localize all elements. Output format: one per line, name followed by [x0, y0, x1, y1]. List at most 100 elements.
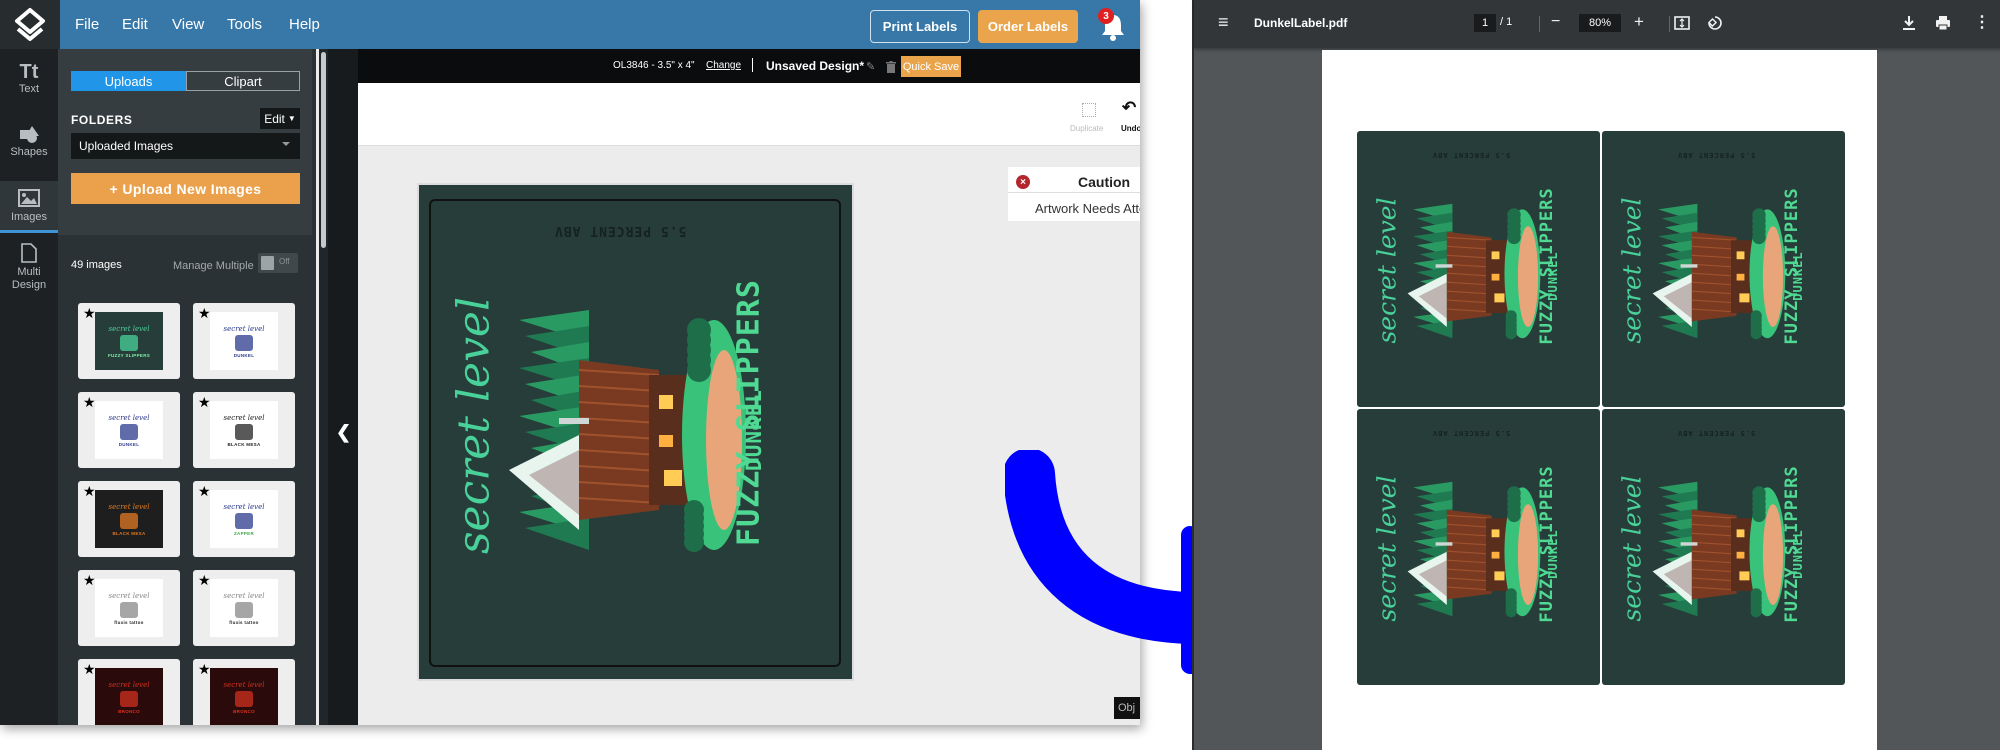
thumbnail-graphic [120, 601, 138, 618]
abv-text[interactable]: 5.5 PERCENT ABV [554, 223, 686, 238]
image-thumbnail[interactable]: ★ secret level fluxis tattoo [193, 570, 295, 646]
divider [752, 58, 753, 72]
fit-to-page-icon[interactable] [1674, 16, 1690, 30]
app-logo[interactable] [0, 0, 60, 49]
rail-item-shapes[interactable]: Shapes [0, 124, 58, 176]
thumbnail-graphic [120, 423, 138, 440]
change-size-link[interactable]: Change [706, 60, 741, 71]
undo-icon[interactable]: ↶ [1122, 98, 1136, 118]
thumbnail-artwork: secret level BRONCO [210, 668, 278, 725]
image-thumbnail[interactable]: ★ secret level BRONCO [78, 659, 180, 725]
favorite-star-icon[interactable]: ★ [83, 306, 96, 320]
image-thumbnail[interactable]: ★ secret level BLACK MESA [78, 481, 180, 557]
folders-heading: FOLDERS [71, 113, 133, 127]
favorite-star-icon[interactable]: ★ [198, 484, 211, 498]
caret-down-icon: ▼ [287, 114, 296, 123]
abv-text: 5.5 PERCENT ABV [1677, 151, 1756, 159]
edit-label: Edit [264, 111, 285, 126]
rail-item-images[interactable]: Images [0, 181, 58, 233]
panel-scrollbar[interactable] [319, 49, 328, 725]
thumbnail-artwork: secret level DUNKEL [210, 312, 278, 370]
image-count: 49 images [71, 259, 122, 271]
thumbnail-title-text: BLACK MESA [227, 441, 261, 447]
menu-view[interactable]: View [172, 0, 204, 49]
pdf-page: 5.5 PERCENT ABV secret level FUZZY SLIPPER… [1322, 50, 1877, 750]
design-info-bar [358, 49, 1140, 83]
image-thumbnail[interactable]: ★ secret level FUZZY SLIPPERS [78, 303, 180, 379]
menu-edit[interactable]: Edit [122, 0, 148, 49]
cabin-illustration[interactable] [499, 300, 749, 560]
favorite-star-icon[interactable]: ★ [83, 662, 96, 676]
top-menu-bar: File Edit View Tools Help Print Labels O… [0, 0, 1140, 49]
folder-edit-dropdown[interactable]: Edit ▼ [260, 108, 300, 129]
beer-style-text: DUNKEL [1546, 529, 1560, 579]
cabin-illustration [1652, 203, 1786, 340]
objects-panel-tab[interactable]: Obj [1114, 697, 1140, 719]
image-thumbnail[interactable]: ★ secret level BRONCO [193, 659, 295, 725]
hamburger-menu-icon[interactable]: ≡ [1218, 12, 1229, 33]
beer-style-text: DUNKEL [1546, 251, 1560, 301]
print-icon[interactable] [1935, 15, 1951, 31]
pdf-filename: DunkelLabel.pdf [1254, 16, 1348, 30]
thumbnail-brand-text: secret level [108, 324, 150, 333]
favorite-star-icon[interactable]: ★ [198, 573, 211, 587]
thumbnail-brand-text: secret level [108, 502, 150, 511]
tool-rail: Tt Text Shapes Images Multi Design [0, 49, 58, 725]
undo-label[interactable]: Undo [1121, 124, 1140, 133]
image-thumbnail[interactable]: ★ secret level ZAPPER [193, 481, 295, 557]
images-panel: Uploads Clipart FOLDERS Edit ▼ Uploaded … [58, 49, 316, 725]
print-labels-button[interactable]: Print Labels [870, 10, 970, 43]
thumbnail-graphic [120, 690, 138, 707]
favorite-star-icon[interactable]: ★ [83, 395, 96, 409]
rotate-icon[interactable] [1706, 14, 1724, 32]
favorite-star-icon[interactable]: ★ [198, 395, 211, 409]
image-thumbnail[interactable]: ★ secret level fluxis tattoo [78, 570, 180, 646]
order-labels-button[interactable]: Order Labels [978, 10, 1078, 43]
thumbnail-title-text: fluxis tattoo [114, 619, 144, 625]
design-name: Unsaved Design* [766, 59, 865, 73]
thumbnail-artwork: secret level BLACK MESA [95, 490, 163, 548]
caution-alert[interactable]: × Caution Artwork Needs Attention [1008, 167, 1140, 221]
rail-item-text[interactable]: Tt Text [0, 61, 58, 113]
zoom-out-icon[interactable]: − [1551, 13, 1560, 31]
page-number-input[interactable]: 1 [1474, 14, 1496, 32]
image-thumbnail[interactable]: ★ secret level BLACK MESA [193, 392, 295, 468]
pdf-label-copy: 5.5 PERCENT ABV secret level FUZZY SLIPPER… [1357, 409, 1600, 685]
more-options-icon[interactable]: ⋮ [1974, 12, 1990, 32]
thumbnail-artwork: secret level BRONCO [95, 668, 163, 725]
thumbnail-title-text: FUZZY SLIPPERS [107, 352, 151, 358]
thumbnail-brand-text: secret level [223, 591, 265, 600]
trash-icon[interactable] [886, 61, 896, 73]
zoom-level-input[interactable]: 80% [1579, 14, 1621, 32]
favorite-star-icon[interactable]: ★ [198, 662, 211, 676]
favorite-star-icon[interactable]: ★ [198, 306, 211, 320]
tab-clipart[interactable]: Clipart [186, 71, 300, 91]
menu-file[interactable]: File [75, 0, 99, 49]
upload-new-images-button[interactable]: + Upload New Images [71, 173, 300, 204]
tab-uploads[interactable]: Uploads [71, 71, 186, 91]
download-icon[interactable] [1902, 15, 1916, 31]
favorite-star-icon[interactable]: ★ [83, 573, 96, 587]
brand-script-text[interactable]: secret level [449, 296, 500, 556]
image-thumbnail[interactable]: ★ secret level DUNKEL [193, 303, 295, 379]
menu-tools[interactable]: Tools [227, 0, 262, 49]
notification-count-badge: 3 [1098, 8, 1114, 24]
label-design-canvas[interactable]: 5.5 PERCENT ABV secret level FUZZY SLIPP… [417, 183, 854, 681]
manage-multiple-toggle[interactable]: Off [258, 253, 298, 273]
thumbnail-title-text: BLACK MESA [112, 530, 146, 536]
duplicate-label[interactable]: Duplicate [1070, 124, 1103, 133]
image-thumbnail[interactable]: ★ secret level DUNKEL [78, 392, 180, 468]
quick-save-button[interactable]: Quick Save [901, 56, 961, 77]
collapse-panel-chevron-icon[interactable]: ❮ [336, 422, 351, 443]
scrollbar-thumb[interactable] [321, 52, 326, 248]
beer-style-text[interactable]: DUNKEL [742, 350, 766, 510]
menu-help[interactable]: Help [289, 0, 320, 49]
folder-select[interactable]: Uploaded Images [71, 133, 300, 159]
thumbnail-graphic [235, 423, 253, 440]
rail-item-label: Shapes [10, 146, 48, 158]
rail-item-multi-design[interactable]: Multi Design [0, 243, 58, 303]
favorite-star-icon[interactable]: ★ [83, 484, 96, 498]
duplicate-icon[interactable] [1082, 103, 1096, 117]
zoom-in-icon[interactable]: + [1634, 12, 1644, 32]
pencil-icon[interactable]: ✎ [866, 60, 875, 73]
